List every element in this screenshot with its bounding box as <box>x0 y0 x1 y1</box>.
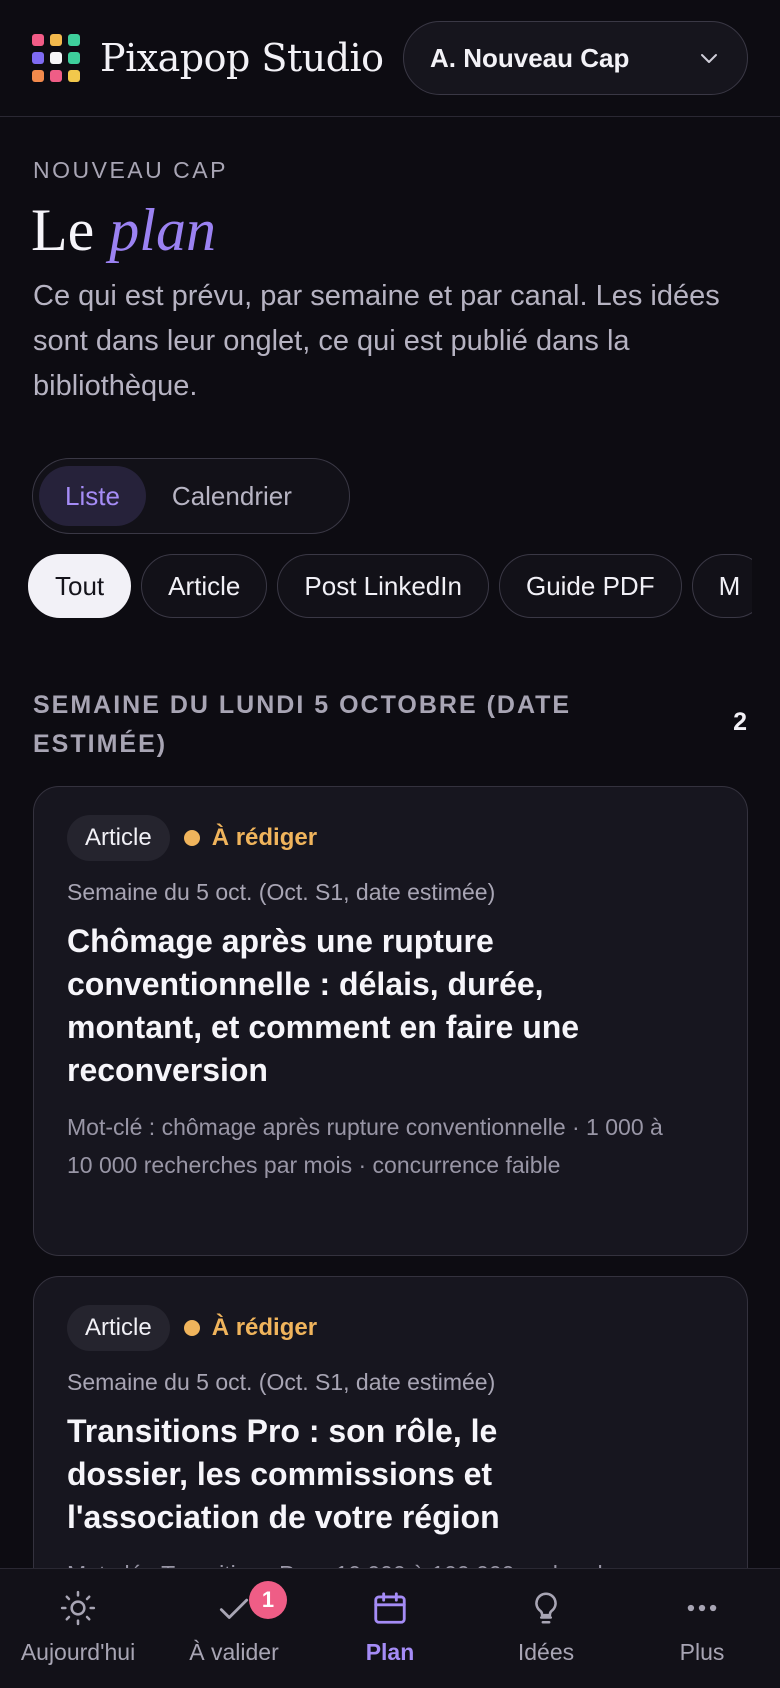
sun-icon <box>60 1590 96 1626</box>
page-title: Le plan <box>31 196 216 265</box>
card-description: Mot-clé : chômage après rupture conventi… <box>67 1114 663 1178</box>
chevron-down-icon <box>701 54 717 63</box>
card-title: Chômage après une rupture conventionnell… <box>67 923 580 1088</box>
nav-ideas[interactable]: Idées <box>468 1569 624 1688</box>
nav-plan-label: Plan <box>365 1639 415 1665</box>
view-toggle: Liste Calendrier <box>32 458 350 534</box>
status-dot-icon <box>183 1320 200 1336</box>
section-eyebrow: NOUVEAU CAP <box>33 157 228 183</box>
nav-more[interactable]: Plus <box>624 1569 780 1688</box>
status-badge: À rédiger <box>183 824 318 852</box>
nav-more-label: Plus <box>679 1639 725 1665</box>
top-bar: Pixapop Studio A. Nouveau Cap <box>0 0 780 117</box>
plan-card[interactable]: Article À rédiger Semaine du 5 oct. (Oct… <box>33 786 748 1256</box>
logo-dot <box>32 70 44 82</box>
type-badge: Article <box>67 1305 170 1351</box>
bottom-navigation: Aujourd'hui 1 À valider Plan Idées Plus <box>0 1568 780 1688</box>
filter-chip-all[interactable]: Tout <box>28 554 132 618</box>
check-icon <box>219 1598 249 1619</box>
logo-dot <box>32 52 44 64</box>
nav-plan[interactable]: Plan <box>312 1569 468 1688</box>
card-title: Transitions Pro : son rôle, le dossier, … <box>67 1413 500 1535</box>
page-description: Ce qui est prévu, par semaine et par can… <box>33 280 720 402</box>
filter-chip-guide-pdf[interactable]: Guide PDF <box>498 554 682 618</box>
type-badge: Article <box>67 815 170 861</box>
project-select[interactable]: A. Nouveau Cap <box>403 21 748 95</box>
filter-chip-linkedin[interactable]: Post LinkedIn <box>277 554 489 618</box>
logo-dot <box>50 52 62 64</box>
filter-chip-article[interactable]: Article <box>141 554 268 618</box>
card-date: Semaine du 5 oct. (Oct. S1, date estimée… <box>67 879 496 905</box>
nav-validate-label: À valider <box>189 1639 279 1665</box>
filter-chips: Tout Article Post LinkedIn Guide PDF M <box>28 554 752 620</box>
status-label: À rédiger <box>211 824 318 851</box>
project-select-value: A. Nouveau Cap <box>430 42 630 73</box>
tab-calendar[interactable]: Calendrier <box>146 466 318 526</box>
status-label: À rédiger <box>211 1314 318 1341</box>
tab-list[interactable]: Liste <box>39 466 146 526</box>
logo-dot <box>68 52 80 64</box>
filter-chip-more[interactable]: M <box>691 554 752 618</box>
lightbulb-icon <box>535 1592 557 1624</box>
nav-today-label: Aujourd'hui <box>20 1639 136 1665</box>
logo-dot <box>50 70 62 82</box>
more-icon <box>687 1604 717 1612</box>
week-count: 2 <box>733 708 747 736</box>
notification-badge: 1 <box>249 1581 287 1619</box>
status-badge: À rédiger <box>183 1314 318 1342</box>
nav-validate[interactable]: 1 À valider <box>156 1569 312 1688</box>
card-date: Semaine du 5 oct. (Oct. S1, date estimée… <box>67 1369 496 1395</box>
status-dot-icon <box>183 830 200 846</box>
logo-dot <box>50 34 62 46</box>
nav-ideas-label: Idées <box>517 1639 575 1665</box>
week-heading: SEMAINE DU LUNDI 5 OCTOBRE (DATE ESTIMÉE… <box>33 691 572 758</box>
nav-today[interactable]: Aujourd'hui <box>0 1569 156 1688</box>
page-title-accent: plan <box>109 197 216 263</box>
page-title-plain: Le <box>31 197 95 263</box>
logo-dot <box>32 34 44 46</box>
logo-icon <box>32 34 80 82</box>
logo-dot <box>68 70 80 82</box>
logo-dot <box>68 34 80 46</box>
brand-name: Pixapop Studio <box>100 36 384 80</box>
calendar-icon <box>374 1592 406 1624</box>
